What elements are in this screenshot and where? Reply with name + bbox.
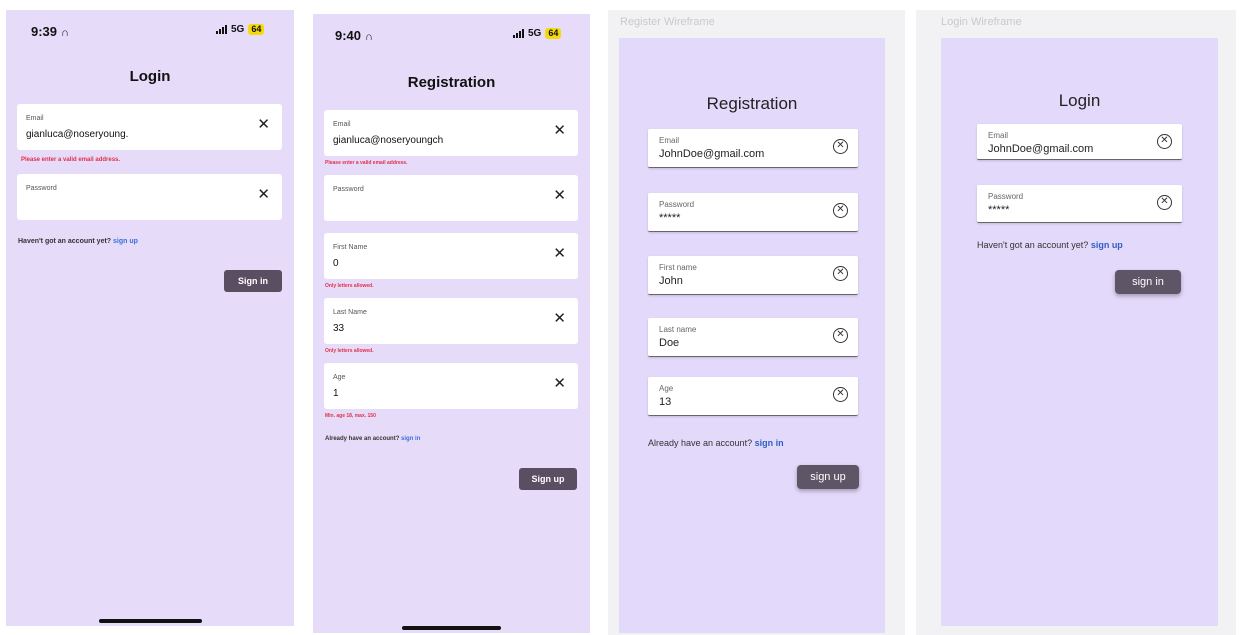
phone-registration-screen: 9:40 ∩ 5G 64 Registration Email gianluca@… [313, 14, 590, 633]
sign-up-button[interactable]: sign up [797, 465, 859, 489]
first-name-value: John [659, 275, 683, 287]
circle-x-icon[interactable]: ✕ [833, 266, 848, 281]
close-icon[interactable]: ✕ [553, 376, 566, 392]
password-value: ***** [659, 212, 681, 224]
circle-x-icon[interactable]: ✕ [833, 328, 848, 343]
email-field[interactable]: Email gianluca@noseryoungch ✕ [324, 110, 578, 156]
circle-x-icon[interactable]: ✕ [1157, 195, 1172, 210]
email-label: Email [659, 136, 680, 145]
last-name-label: Last Name [333, 309, 367, 316]
wireframe-caption: Login Wireframe [941, 16, 1022, 28]
email-label: Email [26, 115, 44, 122]
login-wireframe: Login Email JohnDoe@gmail.com ✕ Password… [941, 38, 1218, 626]
age-error: Min. age 18, max. 150 [325, 413, 376, 419]
sign-in-button[interactable]: sign in [1115, 270, 1181, 294]
last-name-field[interactable]: Last name Doe ✕ [648, 318, 858, 357]
battery-indicator: 64 [545, 28, 562, 39]
headphones-icon: ∩ [61, 27, 69, 39]
home-indicator [402, 626, 501, 630]
register-wireframe: Registration Email JohnDoe@gmail.com ✕ P… [619, 38, 885, 633]
network-label: 5G [231, 24, 245, 35]
password-label: Password [333, 186, 364, 193]
headphones-icon: ∩ [365, 31, 373, 43]
email-error: Please enter a valid email address. [325, 160, 408, 166]
status-right: 5G 64 [513, 28, 562, 39]
email-label: Email [333, 121, 351, 128]
close-icon[interactable]: ✕ [257, 187, 270, 203]
password-field[interactable]: Password ✕ [324, 175, 578, 221]
circle-x-icon[interactable]: ✕ [833, 139, 848, 154]
age-field[interactable]: Age 1 ✕ [324, 363, 578, 409]
signup-prompt: Haven't got an account yet? sign up [977, 240, 1123, 250]
password-label: Password [26, 185, 57, 192]
email-value: gianluca@noseryoung. [26, 129, 129, 140]
last-name-value: 33 [333, 323, 345, 334]
status-time: 9:39 ∩ [31, 24, 69, 39]
first-name-field[interactable]: First Name 0 ✕ [324, 233, 578, 279]
first-name-error: Only letters allowed. [325, 283, 374, 289]
signin-prompt: Already have an account? sign in [648, 438, 784, 448]
page-title: Registration [706, 94, 798, 113]
email-field[interactable]: Email JohnDoe@gmail.com ✕ [648, 129, 858, 168]
close-icon[interactable]: ✕ [553, 188, 566, 204]
age-label: Age [333, 374, 346, 381]
circle-x-icon[interactable]: ✕ [833, 387, 848, 402]
email-value: JohnDoe@gmail.com [659, 148, 765, 160]
network-label: 5G [528, 28, 542, 39]
status-bar: 9:39 ∩ 5G 64 [6, 10, 294, 46]
home-indicator [99, 619, 202, 623]
signal-icon [216, 25, 227, 34]
last-name-value: Doe [659, 337, 680, 349]
signup-prompt: Haven't got an account yet? sign up [18, 238, 138, 245]
email-field[interactable]: Email gianluca@noseryoung. ✕ [17, 104, 282, 150]
email-label: Email [988, 131, 1009, 140]
email-field[interactable]: Email JohnDoe@gmail.com ✕ [977, 124, 1182, 160]
status-right: 5G 64 [216, 24, 265, 35]
email-value: JohnDoe@gmail.com [988, 143, 1094, 155]
first-name-label: First Name [333, 244, 368, 251]
close-icon[interactable]: ✕ [257, 117, 270, 133]
last-name-field[interactable]: Last Name 33 ✕ [324, 298, 578, 344]
last-name-label: Last name [659, 325, 697, 334]
first-name-label: First name [659, 263, 697, 272]
password-label: Password [988, 192, 1024, 201]
last-name-error: Only letters allowed. [325, 348, 374, 354]
status-time: 9:40 ∩ [335, 28, 373, 43]
page-title: Login [1058, 91, 1101, 110]
status-bar: 9:40 ∩ 5G 64 [313, 14, 590, 50]
close-icon[interactable]: ✕ [553, 123, 566, 139]
wireframe-caption-label: Register Wireframe [620, 16, 715, 28]
password-field[interactable]: Password ***** ✕ [977, 185, 1182, 223]
password-field[interactable]: Password ✕ [17, 174, 282, 220]
signup-link[interactable]: sign up [113, 238, 138, 245]
password-label: Password [659, 200, 695, 209]
phone-login-screen: 9:39 ∩ 5G 64 Login Email gianluca@noseryo… [6, 10, 294, 626]
signin-link[interactable]: sign in [755, 438, 784, 448]
password-value: ***** [988, 204, 1010, 216]
first-name-field[interactable]: First name John ✕ [648, 256, 858, 295]
circle-x-icon[interactable]: ✕ [1157, 134, 1172, 149]
page-title: Login [129, 68, 171, 85]
sign-up-button[interactable]: Sign up [519, 468, 577, 490]
age-value: 13 [659, 396, 672, 408]
email-error: Please enter a valid email address. [21, 157, 121, 163]
signup-link[interactable]: sign up [1091, 240, 1123, 250]
close-icon[interactable]: ✕ [553, 246, 566, 262]
age-value: 1 [333, 388, 339, 399]
email-value: gianluca@noseryoungch [333, 135, 444, 146]
age-label: Age [659, 384, 674, 393]
signin-prompt: Already have an account? sign in [325, 436, 421, 442]
battery-indicator: 64 [248, 24, 265, 35]
circle-x-icon[interactable]: ✕ [833, 203, 848, 218]
first-name-value: 0 [333, 258, 339, 269]
page-title: Registration [407, 74, 496, 91]
signin-link[interactable]: sign in [401, 436, 420, 442]
screenshot-root: 9:39 ∩ 5G 64 Login Email gianluca@noseryo… [0, 0, 1239, 635]
password-field[interactable]: Password ***** ✕ [648, 193, 858, 232]
signal-icon [513, 29, 524, 38]
sign-in-button[interactable]: Sign in [224, 270, 282, 292]
close-icon[interactable]: ✕ [553, 311, 566, 327]
age-field[interactable]: Age 13 ✕ [648, 377, 858, 416]
